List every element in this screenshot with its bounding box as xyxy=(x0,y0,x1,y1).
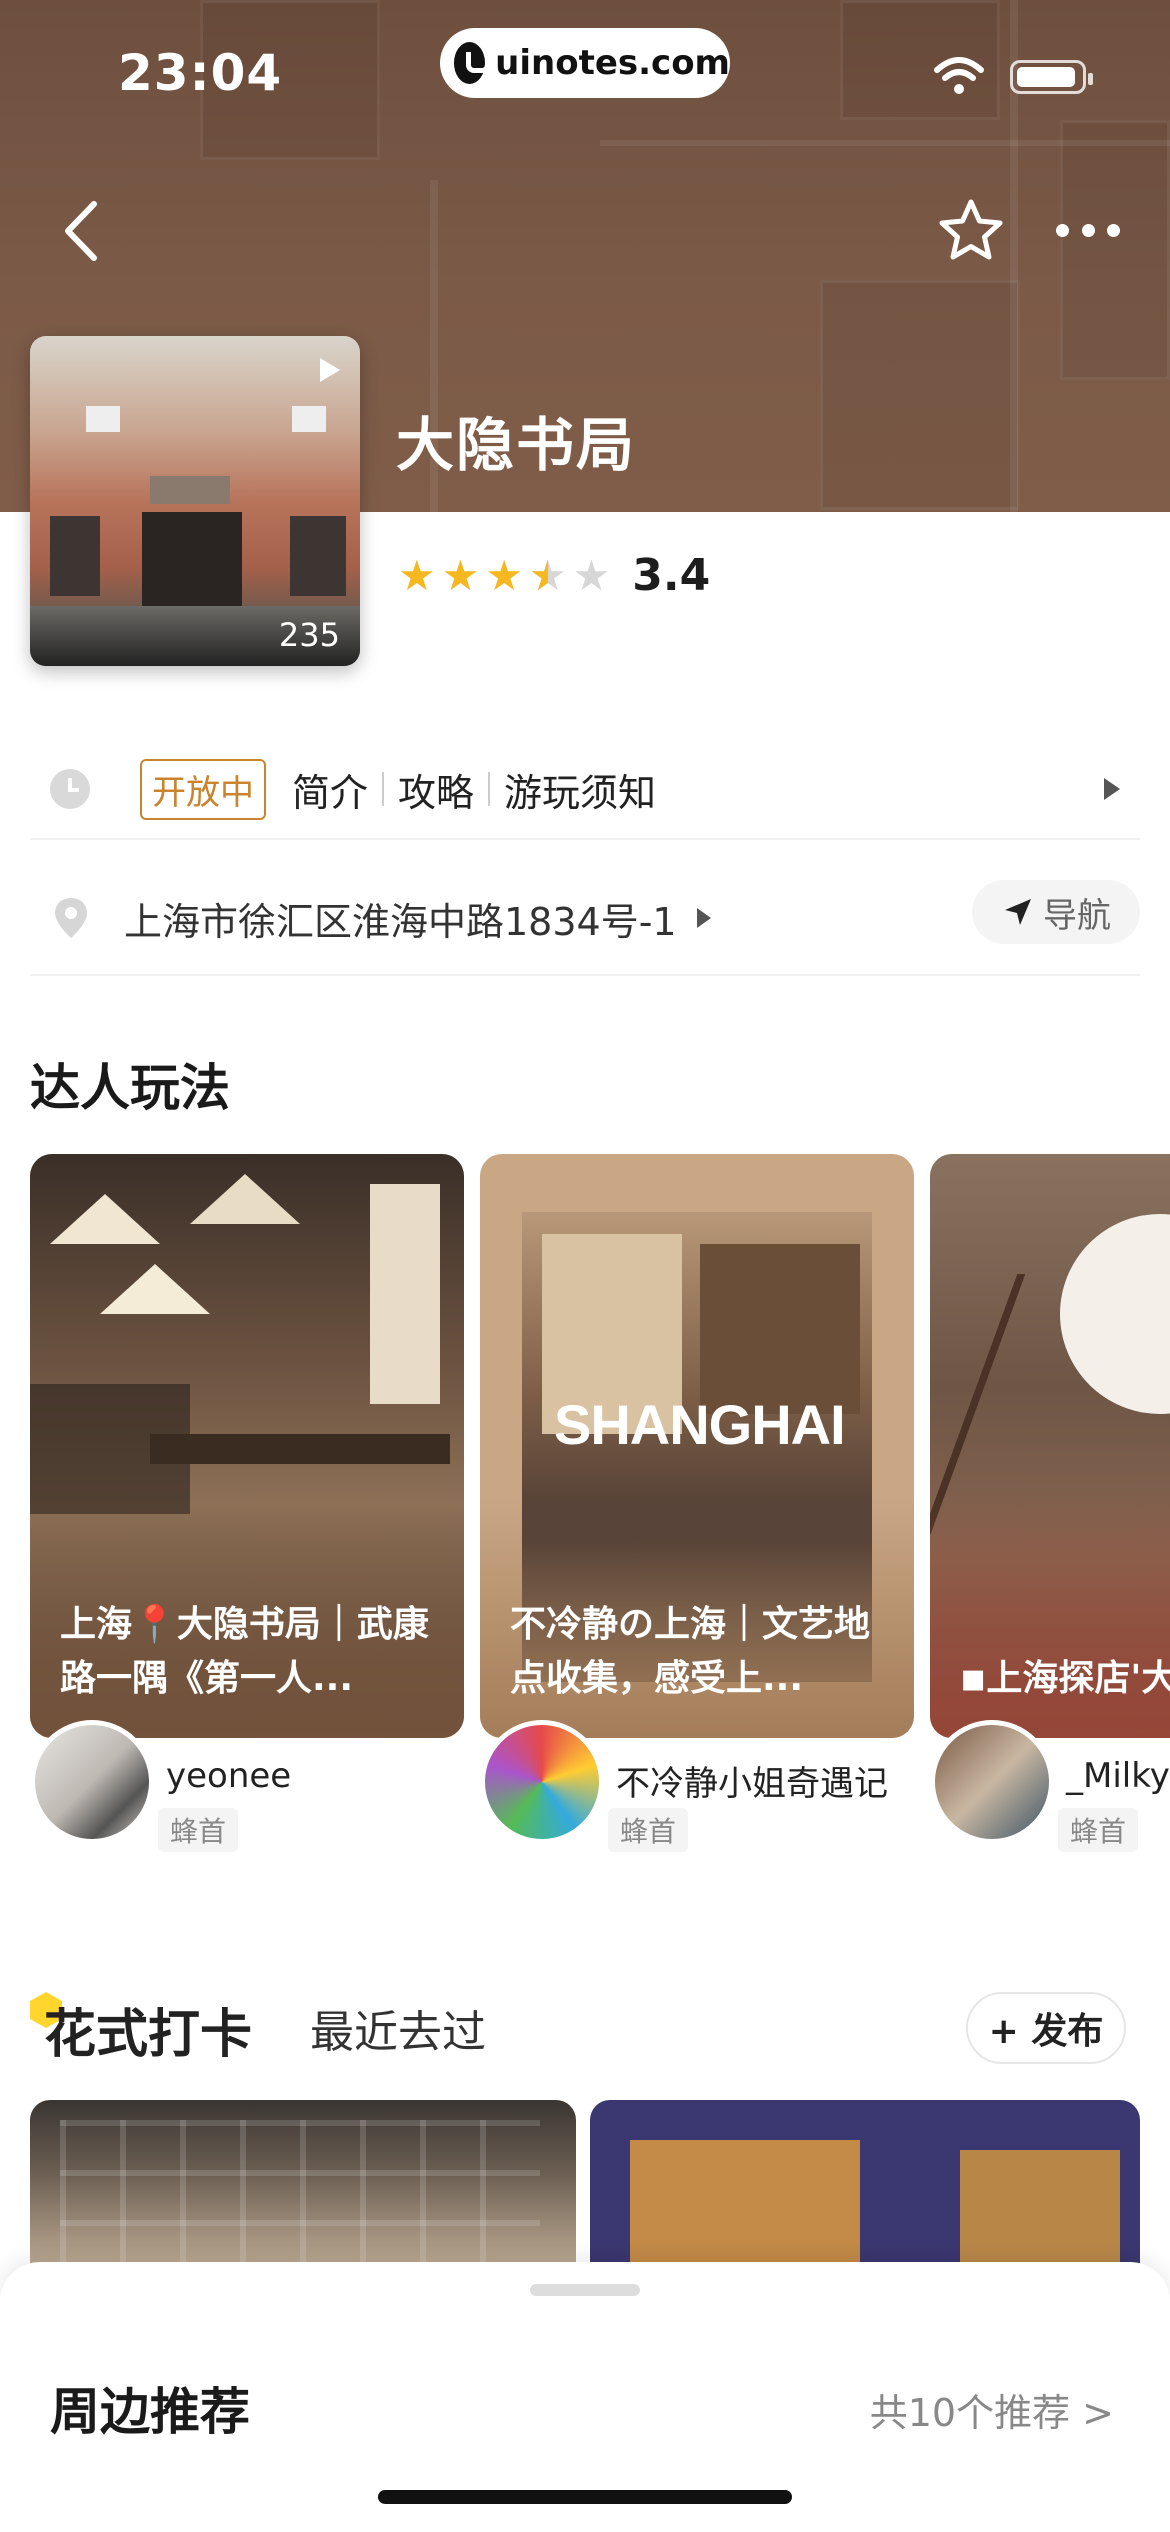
author-badge: 蜂首 xyxy=(608,1808,689,1852)
battery-icon xyxy=(1010,60,1093,94)
rating-stars: ★ ★ ★ ★★ ★ xyxy=(398,550,611,600)
author-name: yeonee xyxy=(166,1756,292,1796)
triangle-right-icon xyxy=(1104,778,1120,800)
star-full-icon: ★ xyxy=(485,550,523,600)
expert-card-caption: ◾上海探店'大隐书局|“大 xyxy=(960,1658,1170,1699)
triangle-right-icon xyxy=(696,908,711,928)
cover-photo-count: 235 xyxy=(278,616,340,654)
sheet-drag-handle[interactable] xyxy=(530,2284,640,2296)
checkin-photo[interactable] xyxy=(30,2100,576,2280)
expert-card-list[interactable]: 上海📍大隐书局｜武康路一隅《第一人... SHANGHAI 不冷静の上海｜文艺地… xyxy=(30,1154,1170,1854)
intro-link[interactable]: 简介 xyxy=(292,762,368,817)
rating: ★ ★ ★ ★★ ★ 3.4 xyxy=(398,550,710,601)
navigate-label: 导航 xyxy=(1043,895,1111,936)
checkin-section-title: 花式打卡 xyxy=(44,2005,253,2065)
author-avatar xyxy=(930,1720,1054,1844)
author-name: 不冷静小姐奇遇记 xyxy=(616,1764,888,1804)
author-avatar xyxy=(480,1720,604,1844)
info-row[interactable]: 开放中 简介 攻略 游玩须知 xyxy=(30,740,1140,840)
recent-visited-tab[interactable]: 最近去过 xyxy=(310,1996,486,2060)
star-full-icon: ★ xyxy=(398,550,436,600)
home-indicator[interactable] xyxy=(378,2490,792,2504)
navigate-button[interactable]: 导航 xyxy=(972,880,1140,944)
notice-link[interactable]: 游玩须知 xyxy=(504,762,656,817)
author-avatar xyxy=(30,1720,154,1844)
poi-cover-image[interactable]: 235 xyxy=(30,336,360,666)
url-pill: uinotes.com xyxy=(440,28,730,98)
address-row[interactable]: 上海市徐汇区淮海中路1834号-1 导航 xyxy=(30,862,1140,976)
url-text: uinotes.com xyxy=(495,43,730,83)
nearby-title: 周边推荐 xyxy=(50,2383,250,2441)
wifi-icon xyxy=(934,57,984,94)
star-half-icon: ★★ xyxy=(528,550,567,600)
expert-card-caption: 不冷静の上海｜文艺地点收集，感受上... xyxy=(510,1604,871,1699)
star-full-icon: ★ xyxy=(441,550,480,600)
expert-card[interactable]: 上海📍大隐书局｜武康路一隅《第一人... xyxy=(30,1154,464,1738)
expert-card[interactable]: ◾上海探店'大隐书局|“大 xyxy=(930,1154,1170,1738)
author-name: _Milky xyxy=(1066,1756,1170,1796)
checkin-photo[interactable] xyxy=(590,2100,1140,2280)
expert-author[interactable]: _Milky 蜂首 xyxy=(930,1720,1170,1852)
location-pin-icon xyxy=(55,898,87,938)
poi-title: 大隐书局 xyxy=(396,411,637,479)
expert-author[interactable]: yeonee 蜂首 xyxy=(30,1720,292,1852)
guide-link[interactable]: 攻略 xyxy=(398,762,474,817)
nearby-more-link[interactable]: 共10个推荐 > xyxy=(870,2382,1114,2437)
expert-author[interactable]: 不冷静小姐奇遇记 蜂首 xyxy=(480,1720,888,1852)
publish-button[interactable]: + 发布 xyxy=(966,1992,1126,2064)
status-time: 23:04 xyxy=(118,44,283,102)
star-empty-icon: ★ xyxy=(572,550,611,600)
author-badge: 蜂首 xyxy=(158,1808,239,1852)
back-chevron-icon[interactable] xyxy=(56,196,106,266)
open-status-badge: 开放中 xyxy=(140,758,266,820)
author-badge: 蜂首 xyxy=(1058,1808,1139,1852)
uinotes-logo-icon xyxy=(454,42,491,84)
clock-icon xyxy=(50,769,90,809)
play-icon xyxy=(320,358,340,382)
expert-card[interactable]: SHANGHAI 不冷静の上海｜文艺地点收集，感受上... xyxy=(480,1154,914,1738)
address-text: 上海市徐汇区淮海中路1834号-1 xyxy=(124,899,677,944)
rating-score: 3.4 xyxy=(632,550,711,601)
favorite-star-icon[interactable] xyxy=(936,196,1006,266)
more-dots-icon[interactable] xyxy=(1056,218,1120,242)
expert-card-caption: 上海📍大隐书局｜武康路一隅《第一人... xyxy=(60,1604,429,1699)
navigation-arrow-icon xyxy=(1005,899,1031,925)
experts-section-title: 达人玩法 xyxy=(30,1059,230,1117)
